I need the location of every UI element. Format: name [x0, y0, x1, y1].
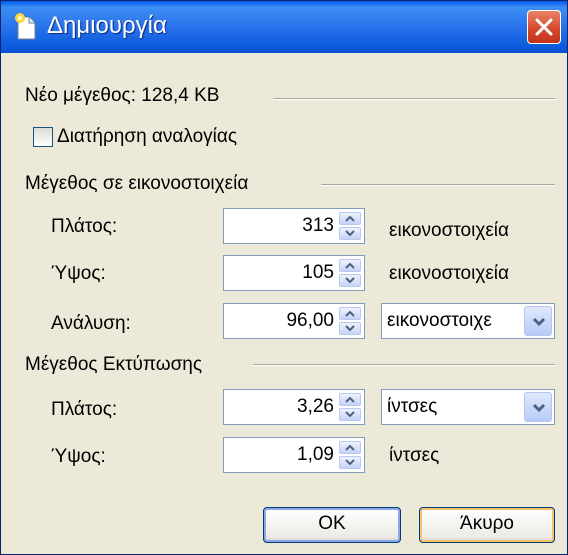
- new-document-icon: [15, 13, 37, 41]
- print-height-value[interactable]: 1,09: [297, 444, 334, 466]
- keep-ratio-label[interactable]: Διατήρηση αναλογίας: [57, 126, 237, 148]
- print-unit-select[interactable]: ίντσες: [381, 389, 555, 425]
- resolution-unit-select[interactable]: εικονοστοιχε: [381, 303, 555, 339]
- spin-up-button[interactable]: [339, 212, 361, 225]
- chevron-down-icon: [345, 325, 355, 332]
- spin-down-button[interactable]: [339, 408, 361, 421]
- window-title: Δημιουργία: [47, 12, 167, 39]
- chevron-down-icon: [345, 277, 355, 284]
- spin-down-button[interactable]: [339, 322, 361, 335]
- print-height-unit: ίντσες: [389, 445, 440, 466]
- separator: [273, 98, 555, 100]
- print-unit-value: ίντσες: [387, 396, 438, 417]
- close-button[interactable]: [527, 10, 561, 44]
- spin-up-button[interactable]: [339, 307, 361, 320]
- chevron-down-icon: [532, 317, 546, 327]
- chevron-down-icon: [532, 403, 546, 413]
- pixel-width-value[interactable]: 313: [302, 215, 334, 237]
- dropdown-button[interactable]: [524, 392, 552, 422]
- chevron-up-icon: [345, 396, 355, 403]
- chevron-up-icon: [345, 215, 355, 222]
- pixel-width-unit: εικονοστοιχεία: [389, 220, 509, 241]
- close-icon: [535, 18, 553, 36]
- chevron-down-icon: [345, 411, 355, 418]
- spin-up-button[interactable]: [339, 259, 361, 272]
- chevron-up-icon: [345, 262, 355, 269]
- chevron-down-icon: [345, 459, 355, 466]
- spin-down-button[interactable]: [339, 227, 361, 240]
- print-width-stepper[interactable]: 3,26: [223, 389, 365, 425]
- chevron-down-icon: [345, 230, 355, 237]
- pixel-height-unit: εικονοστοιχεία: [389, 263, 509, 284]
- pixel-height-value[interactable]: 105: [302, 262, 334, 284]
- dropdown-button[interactable]: [524, 306, 552, 336]
- print-height-label: Ύψος:: [51, 446, 106, 467]
- cancel-button[interactable]: Άκυρο: [419, 507, 555, 543]
- pixel-height-stepper[interactable]: 105: [223, 255, 365, 291]
- spin-up-button[interactable]: [339, 441, 361, 454]
- pixel-size-heading: Μέγεθος σε εικονοστοιχεία: [25, 173, 249, 194]
- title-bar[interactable]: Δημιουργία: [1, 1, 567, 53]
- chevron-up-icon: [345, 310, 355, 317]
- print-width-value[interactable]: 3,26: [297, 396, 334, 418]
- print-width-label: Πλάτος:: [51, 399, 118, 420]
- print-size-heading: Μέγεθος Εκτύπωσης: [25, 354, 203, 375]
- print-height-stepper[interactable]: 1,09: [223, 437, 365, 473]
- resolution-unit-value: εικονοστοιχε: [387, 310, 492, 331]
- ok-button[interactable]: OK: [263, 507, 401, 543]
- pixel-height-label: Ύψος:: [51, 263, 106, 284]
- resolution-stepper[interactable]: 96,00: [223, 303, 365, 339]
- pixel-width-label: Πλάτος:: [51, 216, 118, 237]
- spin-down-button[interactable]: [339, 274, 361, 287]
- pixel-width-stepper[interactable]: 313: [223, 208, 365, 244]
- separator: [253, 364, 555, 366]
- resolution-value[interactable]: 96,00: [286, 310, 334, 332]
- spin-down-button[interactable]: [339, 456, 361, 469]
- resize-dialog: Δημιουργία Νέο μέγεθος: 128,4 KB Διατήρη…: [0, 0, 568, 555]
- chevron-up-icon: [345, 444, 355, 451]
- resolution-label: Ανάλυση:: [51, 313, 131, 334]
- new-size-label: Νέο μέγεθος: 128,4 KB: [25, 85, 220, 106]
- keep-ratio-checkbox[interactable]: [33, 127, 53, 147]
- spin-up-button[interactable]: [339, 393, 361, 406]
- separator: [321, 184, 555, 186]
